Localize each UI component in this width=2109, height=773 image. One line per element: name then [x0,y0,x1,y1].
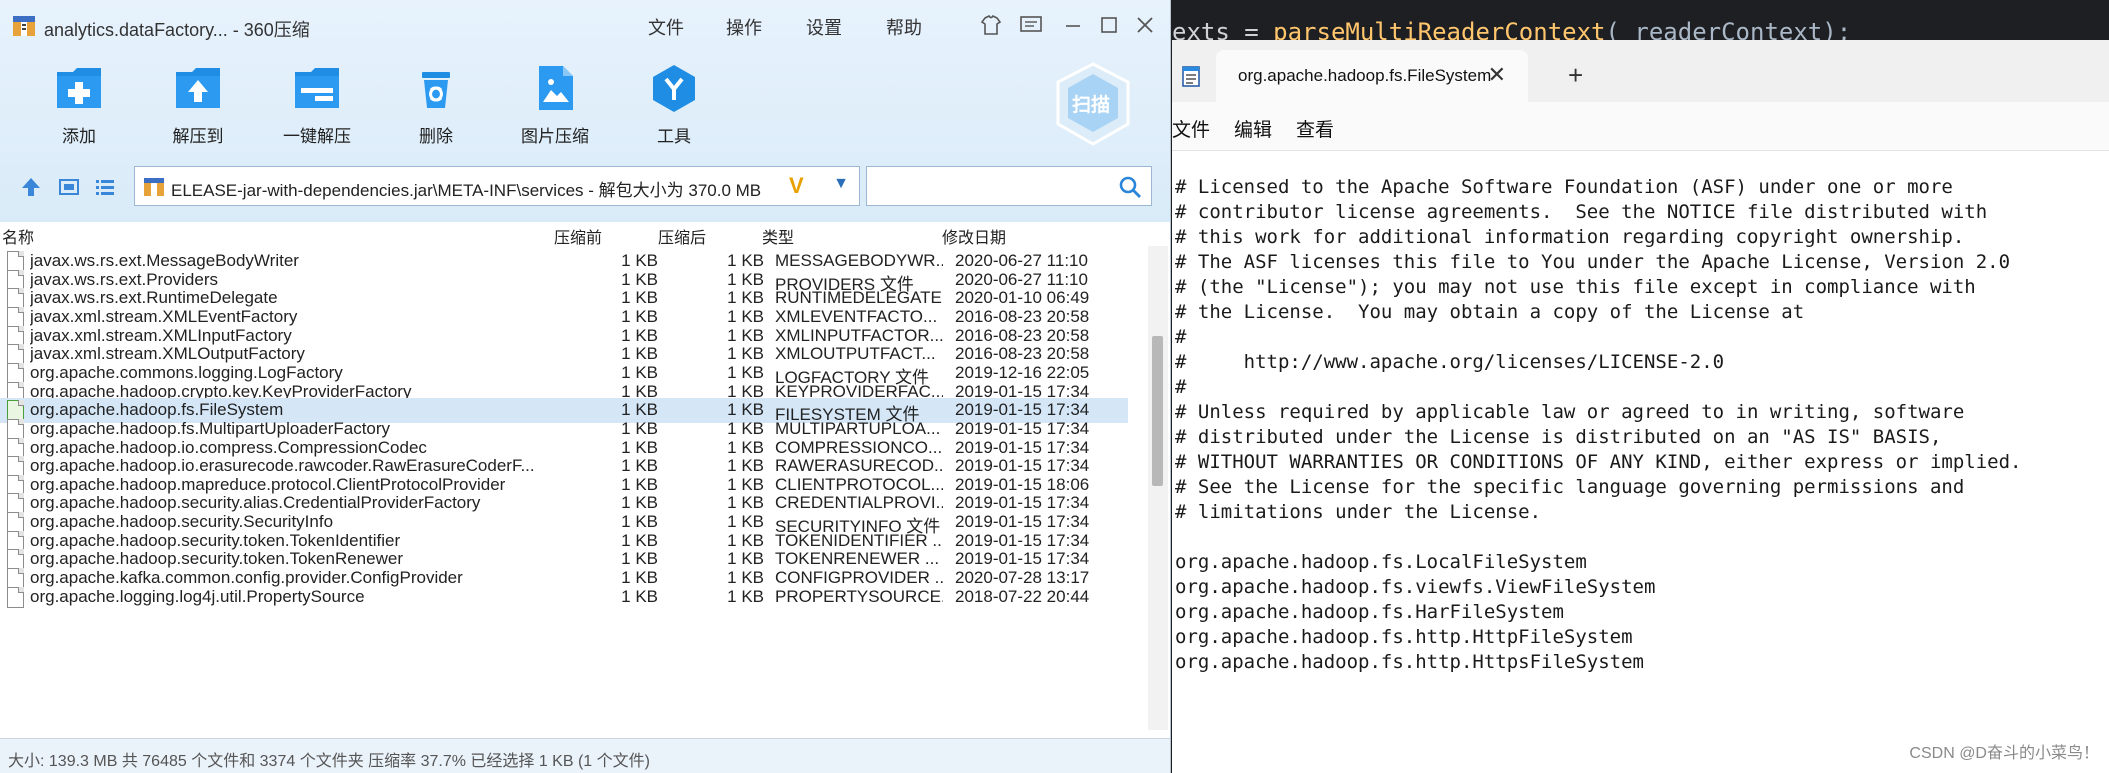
extract-to-icon [176,68,220,108]
file-list-scrollbar[interactable] [1148,246,1168,730]
verified-icon: V [789,173,804,198]
address-bar[interactable]: ELEASE-jar-with-dependencies.jar\META-IN… [134,166,860,206]
text-line: # [1175,376,1187,398]
text-line [1175,525,2105,550]
notepad-menu-file[interactable]: 文件 [1172,115,1210,142]
archive-icon [144,178,164,196]
file-icon [7,586,24,608]
text-line: # [1175,326,1187,348]
text-line: org.apache.hadoop.fs.http.HttpFileSystem [1175,626,1633,648]
notepad-window: org.apache.hadoop.fs.FileSystem ✕ + 文件 编… [1172,40,2109,773]
text-line: # contributor license agreements. See th… [1175,201,1988,223]
search-icon[interactable] [1117,174,1143,200]
column-date[interactable]: 修改日期 [942,224,1006,248]
app-logo-icon [13,16,35,36]
text-line: # Unless required by applicable law or a… [1175,401,1965,423]
status-bar: 大小: 139.3 MB 共 76485 个文件和 3374 个文件夹 压缩率 … [0,738,1170,773]
address-row: ELEASE-jar-with-dependencies.jar\META-IN… [0,162,1170,212]
file-date: 2018-07-22 20:44 [955,586,1090,606]
text-line: # Licensed to the Apache Software Founda… [1175,176,1953,198]
text-line: org.apache.hadoop.fs.viewfs.ViewFileSyst… [1175,576,1656,598]
file-name: org.apache.logging.log4j.util.PropertySo… [30,586,365,606]
notepad-text-area[interactable]: # Licensed to the Apache Software Founda… [1175,175,2105,675]
scan-label: 扫描 [1072,95,1111,116]
list-view-icon[interactable] [92,174,118,200]
column-type[interactable]: 类型 [762,224,794,248]
tools-icon [653,65,695,112]
menu-settings[interactable]: 设置 [806,14,842,40]
delete-icon [422,72,450,108]
close-tab-icon[interactable]: ✕ [1488,62,1506,88]
one-click-extract-button[interactable]: 一键解压 [262,62,372,147]
scrollbar-thumb[interactable] [1152,336,1163,486]
file-size: 1 KB [621,586,658,606]
column-packed[interactable]: 压缩后 [658,224,706,248]
text-line: # The ASF licenses this file to You unde… [1175,251,2011,273]
notepad-menu-edit[interactable]: 编辑 [1234,115,1272,142]
add-label: 添加 [62,127,96,146]
menu-operate[interactable]: 操作 [726,14,762,40]
file-type: PROPERTYSOURCE... [775,586,943,606]
notepad-app-icon [1182,66,1200,87]
tools-button[interactable]: 工具 [619,62,729,147]
minimize-icon[interactable] [1058,12,1088,38]
text-line: org.apache.hadoop.fs.LocalFileSystem [1175,551,1587,573]
up-arrow-icon[interactable] [18,174,44,200]
add-icon [57,68,101,108]
add-button[interactable]: 添加 [24,62,134,147]
new-tab-icon[interactable]: + [1568,60,1583,91]
image-compress-label: 图片压缩 [521,127,589,146]
zip-window-title: analytics.dataFactory... - 360压缩 [44,20,310,40]
text-line: # this work for additional information r… [1175,226,1965,248]
watermark: CSDN @D奋斗的小菜鸟！ [1909,745,2099,762]
delete-label: 删除 [419,127,453,146]
text-line: org.apache.hadoop.fs.HarFileSystem [1175,601,1564,623]
status-text: 大小: 139.3 MB 共 76485 个文件和 3374 个文件夹 压缩率 … [8,753,650,770]
image-compress-button[interactable]: 图片压缩 [500,62,610,147]
column-size[interactable]: 压缩前 [554,224,602,248]
file-list-header: 名称 压缩前 压缩后 类型 修改日期 [0,222,1170,247]
one-click-extract-label: 一键解压 [283,127,351,146]
search-box [866,166,1152,206]
image-compress-icon [539,66,573,110]
text-line: # the License. You may obtain a copy of … [1175,301,1805,323]
zip-window: analytics.dataFactory... - 360压缩 文件 操作 设… [0,0,1171,773]
text-line: # limitations under the License. [1175,501,1542,523]
chevron-down-icon[interactable]: ▼ [833,175,849,193]
shirt-icon[interactable] [976,12,1006,38]
extract-to-label: 解压到 [172,127,224,146]
notepad-menu-view[interactable]: 查看 [1296,115,1334,142]
search-input[interactable] [873,173,1103,199]
notepad-menubar: 文件 编辑 查看 [1172,102,2109,150]
zip-titlebar: analytics.dataFactory... - 360压缩 文件 操作 设… [0,0,1170,52]
text-line: # distributed under the License is distr… [1175,426,1942,448]
address-path: ELEASE-jar-with-dependencies.jar\META-IN… [171,181,762,200]
menubar-divider [1172,150,2109,151]
notepad-tab[interactable]: org.apache.hadoop.fs.FileSystem ✕ [1216,50,1528,102]
notepad-tabbar: org.apache.hadoop.fs.FileSystem ✕ + [1172,40,2109,102]
text-line: org.apache.hadoop.fs.http.HttpsFileSyste… [1175,651,1644,673]
text-line: # See the License for the specific langu… [1175,476,1965,498]
text-line: # WITHOUT WARRANTIES OR CONDITIONS OF AN… [1175,451,2022,473]
extract-to-button[interactable]: 解压到 [143,62,253,147]
column-name[interactable]: 名称 [2,224,34,248]
thumbnail-view-icon[interactable] [56,174,82,200]
scan-button[interactable]: 扫描 [1052,60,1134,148]
desktop: { "ide_background": { "prefix": "exts = … [0,0,2109,773]
file-list: javax.ws.rs.ext.MessageBodyWriter 1 KB 1 K… [0,249,1145,729]
close-icon[interactable] [1130,12,1160,38]
tools-label: 工具 [657,127,691,146]
menu-file[interactable]: 文件 [648,14,684,40]
maximize-icon[interactable] [1094,12,1124,38]
text-line: # http://www.apache.org/licenses/LICENSE… [1175,351,1725,373]
one-click-extract-icon [295,68,339,108]
delete-button[interactable]: 删除 [381,62,491,147]
table-row[interactable]: org.apache.logging.log4j.util.PropertySo… [0,585,1128,610]
menu-help[interactable]: 帮助 [886,14,922,40]
file-packed-size: 1 KB [727,586,764,606]
notepad-tab-title: org.apache.hadoop.fs.FileSystem [1238,66,1492,85]
text-line: # (the "License"); you may not use this … [1175,276,1976,298]
feedback-icon[interactable] [1016,12,1046,38]
